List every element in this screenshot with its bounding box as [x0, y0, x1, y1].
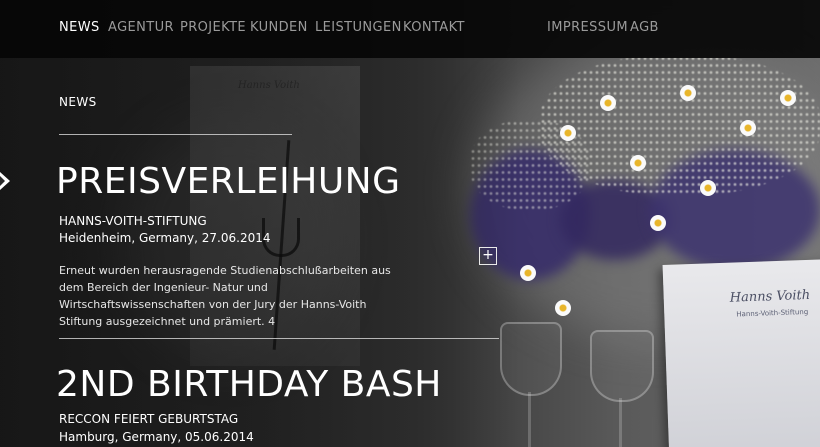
arrow-right-icon[interactable] — [0, 172, 10, 190]
nav-item-agentur[interactable]: AGENTUR — [108, 20, 174, 35]
news-content: NEWS PREISVERLEIHUNG HANNS-VOITH-STIFTUN… — [0, 0, 820, 447]
nav-item-agb[interactable]: AGB — [630, 20, 659, 35]
article-subtitle: RECCON FEIERT GEBURTSTAG — [59, 412, 239, 426]
divider — [59, 338, 499, 339]
nav-item-impressum[interactable]: IMPRESSUM — [547, 20, 628, 35]
nav-item-news[interactable]: NEWS — [59, 20, 100, 35]
nav-item-kontakt[interactable]: KONTAKT — [403, 20, 465, 35]
plus-icon[interactable]: + — [479, 247, 497, 265]
nav-item-kunden[interactable]: KUNDEN — [250, 20, 308, 35]
article-headline[interactable]: 2ND BIRTHDAY BASH — [56, 367, 442, 403]
article-meta: Hamburg, Germany, 05.06.2014 — [59, 430, 254, 444]
section-title: NEWS — [59, 95, 97, 109]
article-text: Erneut wurden herausragende Studienabsch… — [59, 264, 391, 328]
article-meta: Heidenheim, Germany, 27.06.2014 — [59, 231, 271, 245]
divider — [59, 134, 292, 135]
article-subtitle: HANNS-VOITH-STIFTUNG — [59, 214, 207, 228]
top-navigation: NEWS AGENTUR PROJEKTE KUNDEN LEISTUNGEN … — [0, 0, 820, 58]
nav-item-projekte[interactable]: PROJEKTE — [180, 20, 246, 35]
nav-item-leistungen[interactable]: LEISTUNGEN — [315, 20, 402, 35]
article-headline[interactable]: PREISVERLEIHUNG — [56, 164, 401, 200]
